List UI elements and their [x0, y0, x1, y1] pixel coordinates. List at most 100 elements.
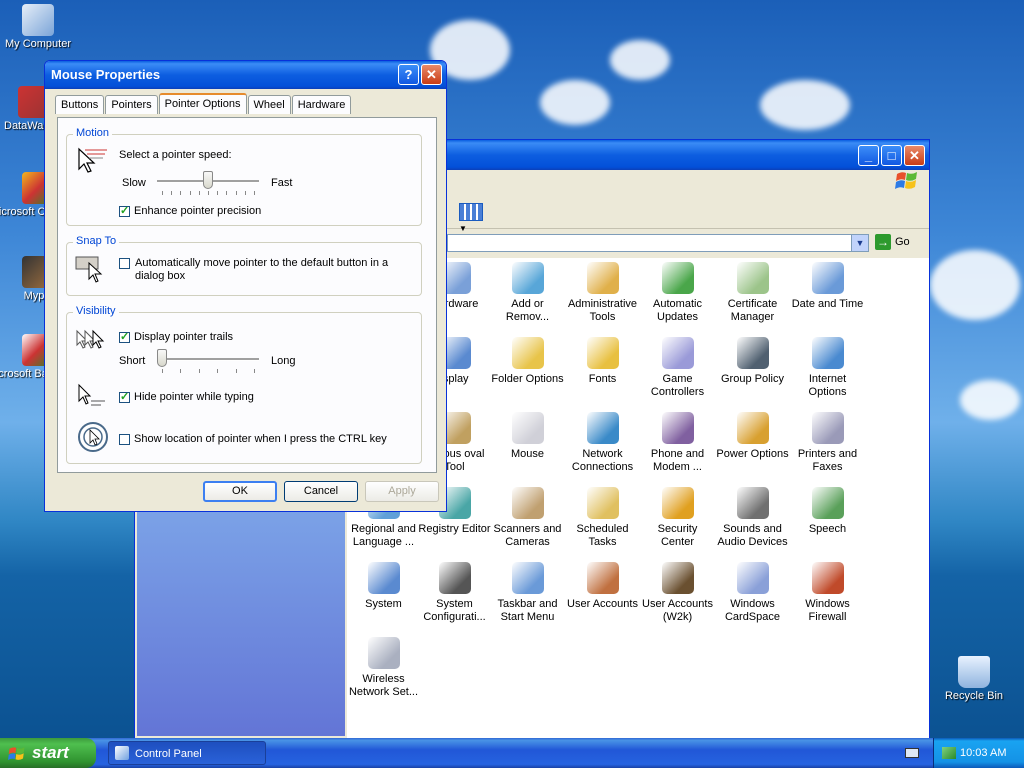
control-panel-item-icon — [661, 337, 694, 369]
control-panel-item-label: Printers and Faxes — [797, 448, 858, 473]
address-dropdown-button[interactable]: ▼ — [851, 235, 868, 251]
pointer-trails-label: Display pointer trails — [134, 331, 234, 343]
control-panel-item[interactable]: Game Controllers — [640, 337, 715, 399]
tab-buttons[interactable]: Buttons — [55, 95, 105, 114]
control-panel-item-icon — [511, 337, 544, 369]
minimize-button[interactable]: _ — [858, 145, 879, 166]
control-panel-item[interactable]: Fonts — [565, 337, 640, 386]
taskbar-item-control-panel[interactable]: Control Panel — [108, 741, 266, 765]
control-panel-item-label: Group Policy — [721, 373, 784, 385]
cancel-button[interactable]: Cancel — [284, 481, 358, 502]
network-icon[interactable] — [942, 747, 956, 760]
control-panel-item[interactable]: Wireless Network Set... — [346, 637, 421, 699]
control-panel-item[interactable]: System — [346, 562, 421, 611]
tab-hardware[interactable]: Hardware — [291, 95, 352, 114]
enhance-precision-checkbox[interactable]: Enhance pointer precision — [119, 204, 262, 217]
taskbar: start Control Panel 10:03 AM — [0, 738, 1024, 768]
control-panel-item[interactable]: User Accounts (W2k) — [640, 562, 715, 624]
control-panel-item-icon — [367, 562, 400, 594]
pointer-trails-checkbox[interactable]: Display pointer trails — [119, 330, 234, 343]
views-icon — [459, 203, 483, 221]
maximize-button[interactable]: □ — [881, 145, 902, 166]
control-panel-item-icon — [511, 487, 544, 519]
control-panel-item[interactable]: Network Connections — [565, 412, 640, 474]
desktop-icon-my-computer[interactable]: My Computer — [0, 4, 76, 50]
control-panel-item-label: System — [365, 598, 402, 610]
desktop-icon-label: Recycle Bin — [944, 690, 1004, 702]
control-panel-item[interactable]: Power Options — [715, 412, 790, 461]
slider-tick — [180, 191, 182, 195]
slider-tick — [180, 369, 182, 373]
dialog-title-bar[interactable]: Mouse Properties ? ✕ — [45, 61, 446, 89]
control-panel-item-label: Regional and Language ... — [351, 523, 416, 548]
tab-wheel[interactable]: Wheel — [247, 95, 291, 114]
desktop-icon-recycle-bin[interactable]: Recycle Bin — [936, 656, 1012, 702]
control-panel-item[interactable]: Group Policy — [715, 337, 790, 386]
control-panel-item-icon — [811, 487, 844, 519]
control-panel-item[interactable]: Internet Options — [790, 337, 865, 399]
control-panel-item[interactable]: Folder Options — [490, 337, 565, 386]
control-panel-item[interactable]: Add or Remov... — [490, 262, 565, 324]
auto-move-checkbox[interactable]: Automatically move pointer to the defaul… — [119, 257, 409, 283]
desktop-icon-label: My Computer — [4, 38, 72, 50]
control-panel-item[interactable]: Scheduled Tasks — [565, 487, 640, 549]
toolbar: ▼ — [447, 198, 929, 233]
address-input[interactable]: ▼ — [447, 234, 869, 252]
slider-thumb[interactable] — [203, 171, 213, 189]
control-panel-item-label: Add or Remov... — [505, 298, 550, 323]
ok-button[interactable]: OK — [203, 481, 277, 502]
control-panel-item[interactable]: Mouse — [490, 412, 565, 461]
task-pane — [137, 510, 345, 736]
slow-label: Slow — [122, 177, 146, 189]
slider-tick — [235, 191, 237, 195]
views-button[interactable]: ▼ — [459, 203, 493, 233]
hide-pointer-checkbox[interactable]: Hide pointer while typing — [119, 390, 254, 403]
control-panel-item-icon — [438, 562, 471, 594]
control-panel-item-icon — [811, 337, 844, 369]
control-panel-item[interactable]: Windows CardSpace — [715, 562, 790, 624]
control-panel-item-label: Internet Options — [808, 373, 847, 398]
go-button[interactable]: → Go — [875, 234, 910, 250]
tab-pointers[interactable]: Pointers — [105, 95, 158, 114]
pointer-speed-slider[interactable] — [157, 171, 259, 195]
control-panel-item[interactable]: Speech — [790, 487, 865, 536]
control-panel-item-label: Wireless Network Set... — [348, 673, 419, 698]
computer-icon — [22, 4, 54, 36]
control-panel-item-label: Scheduled Tasks — [576, 523, 629, 548]
control-panel-item-label: Automatic Updates — [653, 298, 702, 323]
show-location-checkbox[interactable]: Show location of pointer when I press th… — [119, 433, 387, 445]
control-panel-item[interactable]: User Accounts — [565, 562, 640, 611]
apply-button[interactable]: Apply — [365, 481, 439, 502]
control-panel-item-label: Game Controllers — [650, 373, 705, 398]
control-panel-item-icon — [736, 412, 769, 444]
checkbox-box — [119, 390, 130, 403]
control-panel-item-icon — [736, 562, 769, 594]
start-button[interactable]: start — [0, 738, 96, 768]
control-panel-item-icon — [661, 412, 694, 444]
slider-thumb[interactable] — [157, 349, 167, 367]
control-panel-item[interactable]: System Configurati... — [417, 562, 492, 624]
control-panel-item[interactable]: Scanners and Cameras — [490, 487, 565, 549]
control-panel-item[interactable]: Administrative Tools — [565, 262, 640, 324]
control-panel-item[interactable]: Date and Time — [790, 262, 865, 311]
control-panel-item[interactable]: Security Center — [640, 487, 715, 549]
auto-move-label: Automatically move pointer to the defaul… — [135, 257, 389, 282]
control-panel-item[interactable]: Certificate Manager — [715, 262, 790, 324]
control-panel-item-icon — [736, 262, 769, 294]
control-panel-item[interactable]: Phone and Modem ... — [640, 412, 715, 474]
control-panel-item[interactable]: Automatic Updates — [640, 262, 715, 324]
control-panel-item[interactable]: Sounds and Audio Devices — [715, 487, 790, 549]
system-tray: 10:03 AM — [933, 738, 1024, 768]
control-panel-item-label: Administrative Tools — [567, 298, 638, 323]
control-panel-item-icon — [586, 487, 619, 519]
keyboard-icon[interactable] — [905, 748, 919, 758]
close-button[interactable]: ✕ — [421, 64, 442, 85]
tab-pointer-options[interactable]: Pointer Options — [158, 93, 247, 114]
enhance-precision-label: Enhance pointer precision — [134, 205, 262, 217]
help-button[interactable]: ? — [398, 64, 419, 85]
pointer-trails-slider[interactable] — [157, 349, 259, 373]
close-button[interactable]: ✕ — [904, 145, 925, 166]
control-panel-item[interactable]: Windows Firewall — [790, 562, 865, 624]
control-panel-item[interactable]: Printers and Faxes — [790, 412, 865, 474]
control-panel-item[interactable]: Taskbar and Start Menu — [490, 562, 565, 624]
